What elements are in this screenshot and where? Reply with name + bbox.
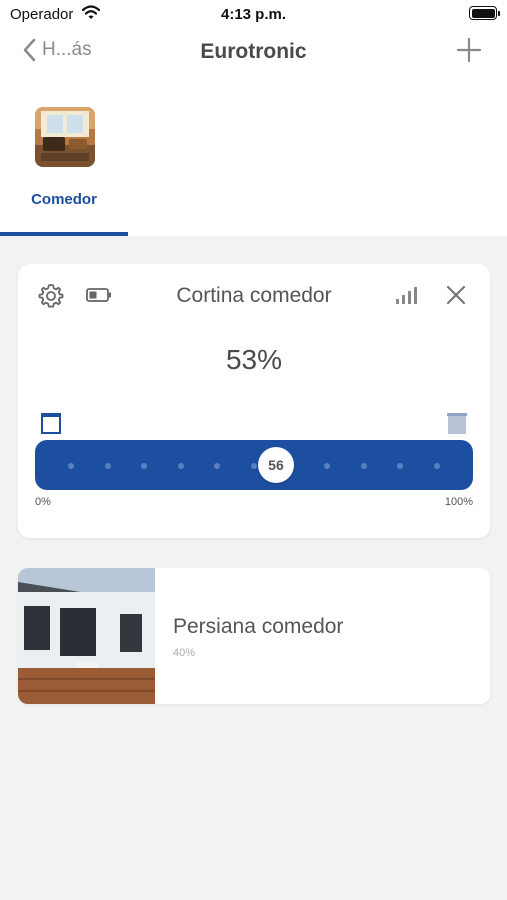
room-label: Comedor <box>31 191 97 208</box>
slider-step-dot <box>68 463 74 469</box>
device-name: Persiana comedor <box>173 615 344 638</box>
device-card[interactable]: Persiana comedor 40% <box>18 568 490 704</box>
slider-step-dot <box>324 463 331 469</box>
navigation-bar: H...ás Eurotronic <box>0 30 507 76</box>
slider-max-label: 100% <box>444 496 473 508</box>
device-control-card: Cortina comedor 53% 56 0% 100% <box>18 264 490 538</box>
device-position: 40% <box>173 647 196 659</box>
tab-indicator <box>0 232 128 236</box>
device-photo <box>18 568 155 704</box>
slider-step-dot <box>397 463 404 469</box>
tab-comedor[interactable]: Comedor <box>0 100 128 236</box>
battery-status-icon <box>469 6 500 20</box>
slider-step-dot <box>214 463 221 469</box>
slider-step-dot <box>141 463 148 469</box>
position-slider[interactable]: 56 <box>35 440 473 490</box>
add-icon[interactable] <box>457 38 481 62</box>
position-percentage: 53% <box>225 344 283 375</box>
device-title: Cortina comedor <box>176 284 332 307</box>
page-title: Eurotronic <box>200 40 307 63</box>
slider-step-dot <box>360 463 367 469</box>
room-thumbnail <box>35 107 95 167</box>
curtain-closed-icon[interactable] <box>445 411 469 435</box>
slider-step-dot <box>104 463 111 469</box>
slider-step-dot <box>251 463 257 469</box>
signal-strength-icon <box>396 287 417 304</box>
slider-min-label: 0% <box>35 496 51 508</box>
slider-thumb[interactable]: 56 <box>257 447 294 483</box>
slider-step-dot <box>434 463 440 469</box>
slider-step-dot <box>177 463 184 469</box>
curtain-open-icon[interactable] <box>39 411 63 435</box>
header-area: Operador 4:13 p.m. H...ás Eurotronic Com… <box>0 0 507 236</box>
clock: 4:13 p.m. <box>220 6 287 23</box>
close-icon[interactable] <box>445 284 467 306</box>
status-bar: Operador 4:13 p.m. <box>0 0 507 30</box>
